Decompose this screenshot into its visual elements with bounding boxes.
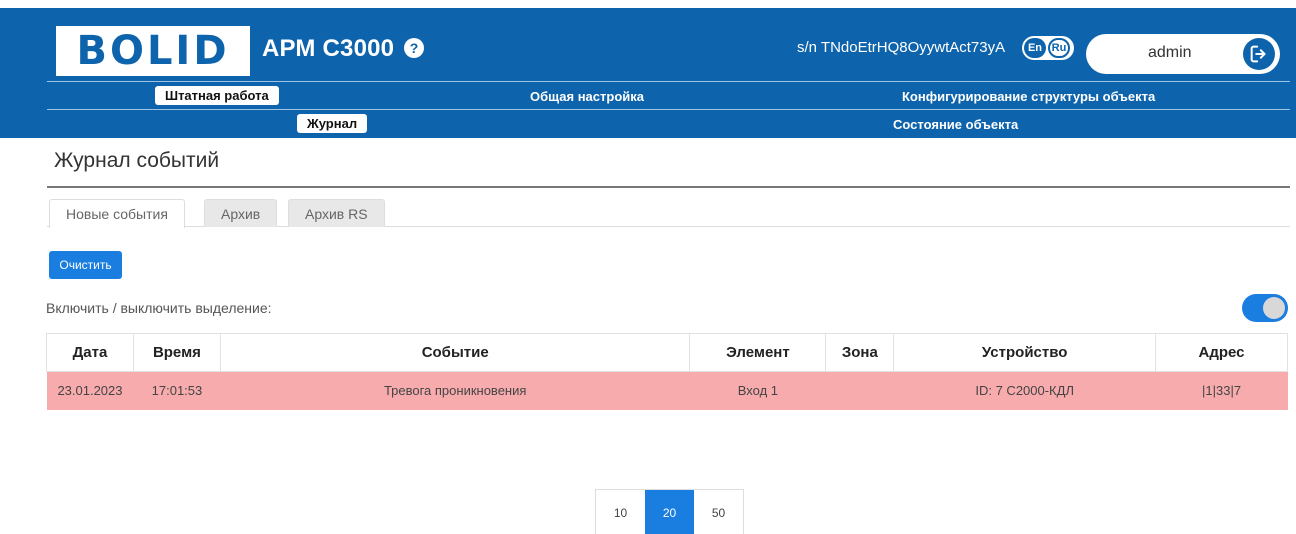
column-header-zone[interactable]: Зона <box>825 333 895 372</box>
table-header-row: Дата Время Событие Элемент Зона Устройст… <box>46 333 1288 372</box>
column-header-time[interactable]: Время <box>132 333 221 372</box>
tab-archive[interactable]: Архив <box>204 199 278 227</box>
page-size-20[interactable]: 20 <box>645 490 694 534</box>
title-divider <box>47 186 1290 188</box>
nav-shtatnaya-rabota[interactable]: Штатная работа <box>155 86 279 105</box>
cell-date: 23.01.2023 <box>46 371 134 410</box>
tab-bar: Новые события Архив Архив RS <box>47 199 1290 228</box>
nav-sostoyanie-obekta[interactable]: Состояние объекта <box>893 117 1018 132</box>
username: admin <box>1148 44 1192 61</box>
column-header-event[interactable]: Событие <box>219 333 691 372</box>
app-title: АРМ С3000 <box>262 35 395 62</box>
tab-new-events[interactable]: Новые события <box>49 199 185 228</box>
language-switch[interactable]: En Ru <box>1022 36 1074 60</box>
tab-archive-rs[interactable]: Архив RS <box>288 199 385 227</box>
cell-event: Тревога проникновения <box>220 371 690 410</box>
switch-knob <box>1263 297 1285 319</box>
highlight-toggle-label: Включить / выключить выделение: <box>46 300 272 316</box>
serial-number: s/n TNdoEtrHQ8OyywtAct73yA <box>797 39 1006 56</box>
page-size-50[interactable]: 50 <box>694 490 743 534</box>
nav-row-sub: Журнал Состояние объекта <box>0 114 1296 138</box>
page-title: Журнал событий <box>54 149 220 172</box>
clear-button[interactable]: Очистить <box>49 251 122 279</box>
nav-divider <box>47 109 1290 110</box>
page-size-selector: 10 20 50 <box>595 489 744 534</box>
column-header-element[interactable]: Элемент <box>689 333 827 372</box>
nav-obshaya-nastroyka[interactable]: Общая настройка <box>530 89 644 104</box>
events-table: Дата Время Событие Элемент Зона Устройст… <box>46 333 1288 410</box>
user-panel: admin <box>1086 34 1280 74</box>
cell-address: |1|33|7 <box>1155 371 1288 410</box>
highlight-toggle-switch[interactable] <box>1242 294 1288 322</box>
column-header-date[interactable]: Дата <box>46 333 134 372</box>
nav-konfigurirovanie[interactable]: Конфигурирование структуры объекта <box>902 89 1155 104</box>
app-header: BOLID АРМ С3000 ? s/n TNdoEtrHQ8OyywtAct… <box>0 8 1296 138</box>
bolid-logo: BOLID <box>56 26 250 76</box>
logout-icon[interactable] <box>1243 38 1275 70</box>
nav-divider <box>47 81 1290 82</box>
help-icon[interactable]: ? <box>404 38 424 58</box>
cell-zone <box>825 371 894 410</box>
cell-device: ID: 7 С2000-КДЛ <box>893 371 1156 410</box>
column-header-address[interactable]: Адрес <box>1155 333 1288 372</box>
lang-ru-button[interactable]: Ru <box>1048 38 1070 58</box>
cell-time: 17:01:53 <box>133 371 221 410</box>
table-row[interactable]: 23.01.2023 17:01:53 Тревога проникновени… <box>46 371 1288 410</box>
page-size-10[interactable]: 10 <box>596 490 645 534</box>
logo-text: BOLID <box>76 28 230 74</box>
column-header-device[interactable]: Устройство <box>893 333 1157 372</box>
lang-en-button[interactable]: En <box>1024 38 1046 58</box>
cell-element: Вход 1 <box>689 371 826 410</box>
nav-zhurnal[interactable]: Журнал <box>297 114 368 133</box>
nav-row-main: Штатная работа Общая настройка Конфигури… <box>0 86 1296 110</box>
